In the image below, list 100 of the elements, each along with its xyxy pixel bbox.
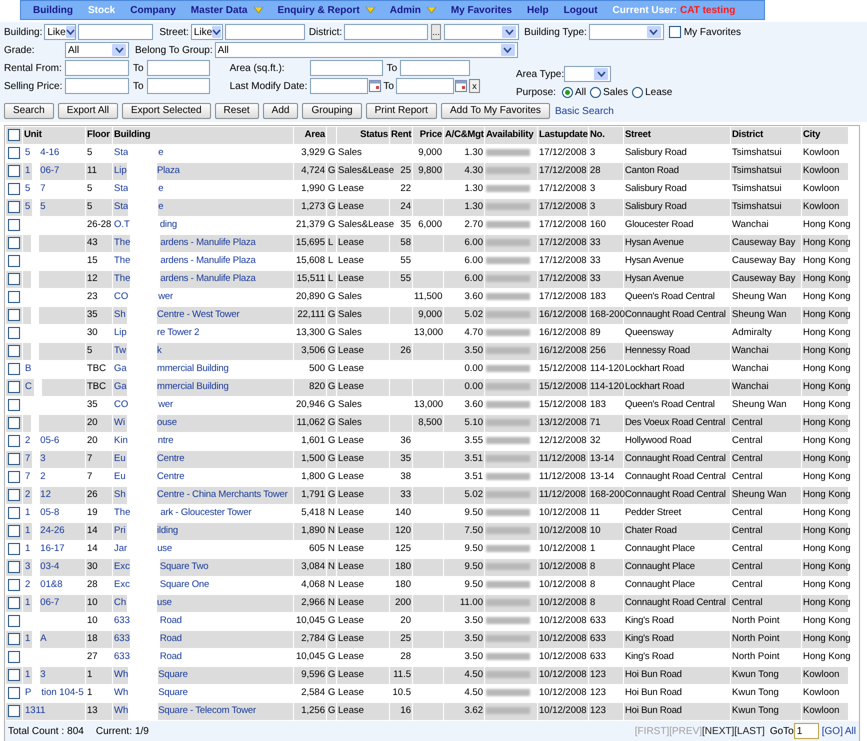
property-name-link[interactable]: Wh [114, 705, 128, 716]
row-checkbox[interactable] [8, 668, 20, 681]
building-type-select[interactable] [588, 24, 664, 40]
property-name-link[interactable]: Plaza [157, 164, 180, 179]
unit-number-link[interactable]: 1 [25, 543, 30, 554]
row-checkbox[interactable] [8, 308, 20, 321]
row-checkbox[interactable] [8, 488, 20, 501]
property-name-link[interactable]: wer [158, 290, 173, 305]
property-name-link[interactable]: Wh [114, 687, 128, 698]
property-name-link[interactable]: The [114, 237, 130, 248]
property-name-link[interactable]: ardens - Manulife Plaza [160, 236, 256, 251]
rental-from-field[interactable] [65, 60, 129, 76]
property-name-link[interactable]: 633 [114, 615, 130, 626]
dropdown-triangle-icon[interactable] [366, 7, 375, 13]
row-checkbox[interactable] [8, 362, 20, 375]
row-checkbox[interactable] [8, 182, 20, 195]
row-checkbox[interactable] [8, 326, 20, 339]
go-link[interactable]: [GO] [822, 724, 843, 738]
unit-number-link[interactable]: 01&8 [40, 578, 62, 593]
unit-number-link[interactable]: 05-6 [40, 434, 60, 449]
grade-select[interactable]: All [65, 42, 129, 58]
unit-number-link[interactable]: C [25, 381, 32, 392]
property-name-link[interactable]: ding [160, 218, 178, 233]
unit-number-link[interactable]: 5 [40, 200, 46, 215]
property-name-link[interactable]: ardens - Manulife Plaza [160, 272, 256, 287]
unit-number-link[interactable]: 1 [25, 525, 30, 536]
property-name-link[interactable]: mmercial Building [157, 380, 229, 395]
property-name-link[interactable]: Eu [114, 471, 126, 482]
building-field[interactable] [78, 24, 154, 40]
property-name-link[interactable]: Square One [160, 578, 210, 593]
property-name-link[interactable]: The [114, 273, 130, 284]
unit-number-link[interactable]: 1 [25, 597, 30, 608]
property-name-link[interactable]: Kin [114, 435, 128, 446]
unit-number-link[interactable]: 3 [25, 561, 30, 572]
column-header[interactable]: Building [114, 129, 150, 140]
property-name-link[interactable]: k [157, 344, 162, 359]
row-checkbox[interactable] [8, 254, 20, 267]
toolbar-button[interactable]: Add To My Favorites [440, 103, 550, 119]
row-checkbox[interactable] [8, 218, 20, 231]
property-name-link[interactable]: The [114, 507, 130, 518]
property-name-link[interactable]: Jar [114, 543, 128, 554]
property-name-link[interactable]: Centre [157, 470, 184, 485]
property-name-link[interactable]: 633 [114, 651, 130, 662]
property-name-link[interactable]: CO [114, 399, 128, 410]
property-name-link[interactable]: Road [160, 650, 182, 665]
group-select[interactable]: All [214, 42, 518, 58]
all-link[interactable]: All [844, 724, 856, 738]
row-checkbox[interactable] [8, 434, 20, 447]
unit-number-link[interactable]: 2 [25, 579, 30, 590]
property-name-link[interactable]: Sta [114, 147, 128, 158]
area-to-field[interactable] [400, 60, 470, 76]
unit-number-link[interactable]: 06-7 [40, 596, 60, 611]
selling-from-field[interactable] [65, 78, 129, 94]
basic-search-link[interactable]: Basic Search [554, 104, 614, 118]
menu-item[interactable]: Admin [390, 2, 421, 18]
selling-to-field[interactable] [146, 78, 210, 94]
unit-number-link[interactable]: 5 [25, 201, 30, 212]
menu-item[interactable]: Enquiry & Report [278, 2, 360, 18]
row-checkbox[interactable] [8, 146, 20, 159]
property-name-link[interactable]: Centre - China Merchants Tower [157, 488, 288, 503]
unit-number-link[interactable]: 06-7 [40, 164, 60, 179]
district-select[interactable] [444, 24, 520, 40]
menu-item[interactable]: Building [33, 2, 73, 18]
property-name-link[interactable]: ardens - Manulife Plaza [160, 254, 256, 269]
unit-number-link[interactable]: tion 104-5 [41, 686, 84, 701]
menu-item[interactable]: Logout [564, 2, 598, 18]
property-name-link[interactable]: Square - Telecom Tower [158, 704, 256, 719]
property-name-link[interactable]: use [157, 542, 172, 557]
row-checkbox[interactable] [8, 524, 20, 537]
property-name-link[interactable]: Square Two [160, 560, 208, 575]
property-name-link[interactable]: Eu [114, 453, 126, 464]
unit-number-link[interactable]: 7 [40, 182, 46, 197]
area-type-select[interactable] [564, 66, 612, 82]
property-name-link[interactable]: wer [158, 398, 173, 413]
unit-number-link[interactable]: 16-17 [40, 542, 65, 557]
property-name-link[interactable]: ntre [158, 434, 174, 449]
property-name-link[interactable]: Centre [157, 452, 184, 467]
dropdown-triangle-icon[interactable] [426, 7, 436, 13]
street-match-select[interactable]: Like [190, 24, 223, 40]
row-checkbox[interactable] [8, 290, 20, 303]
row-checkbox[interactable] [8, 704, 20, 717]
my-favorites-checkbox[interactable] [668, 26, 681, 38]
calendar-icon[interactable] [454, 80, 467, 92]
unit-number-link[interactable]: A [40, 632, 47, 647]
unit-number-link[interactable]: 4-16 [40, 146, 60, 161]
unit-number-link[interactable]: 24-26 [40, 524, 65, 539]
purpose-radio[interactable] [590, 86, 602, 98]
property-name-link[interactable]: Tw [114, 345, 126, 356]
property-name-link[interactable]: Square [158, 668, 188, 683]
property-name-link[interactable]: Pri [114, 525, 126, 536]
property-name-link[interactable]: Road [160, 632, 182, 647]
property-name-link[interactable]: Sta [114, 201, 128, 212]
unit-number-link[interactable]: B [25, 363, 32, 374]
pager-link[interactable]: [LAST] [734, 724, 765, 738]
unit-number-link[interactable]: 5 [25, 147, 30, 158]
building-match-select[interactable]: Like [44, 24, 76, 40]
property-name-link[interactable]: Square [158, 686, 188, 701]
property-name-link[interactable]: Ga [114, 381, 127, 392]
row-checkbox[interactable] [8, 686, 20, 699]
unit-number-link[interactable]: 7 [25, 471, 30, 482]
